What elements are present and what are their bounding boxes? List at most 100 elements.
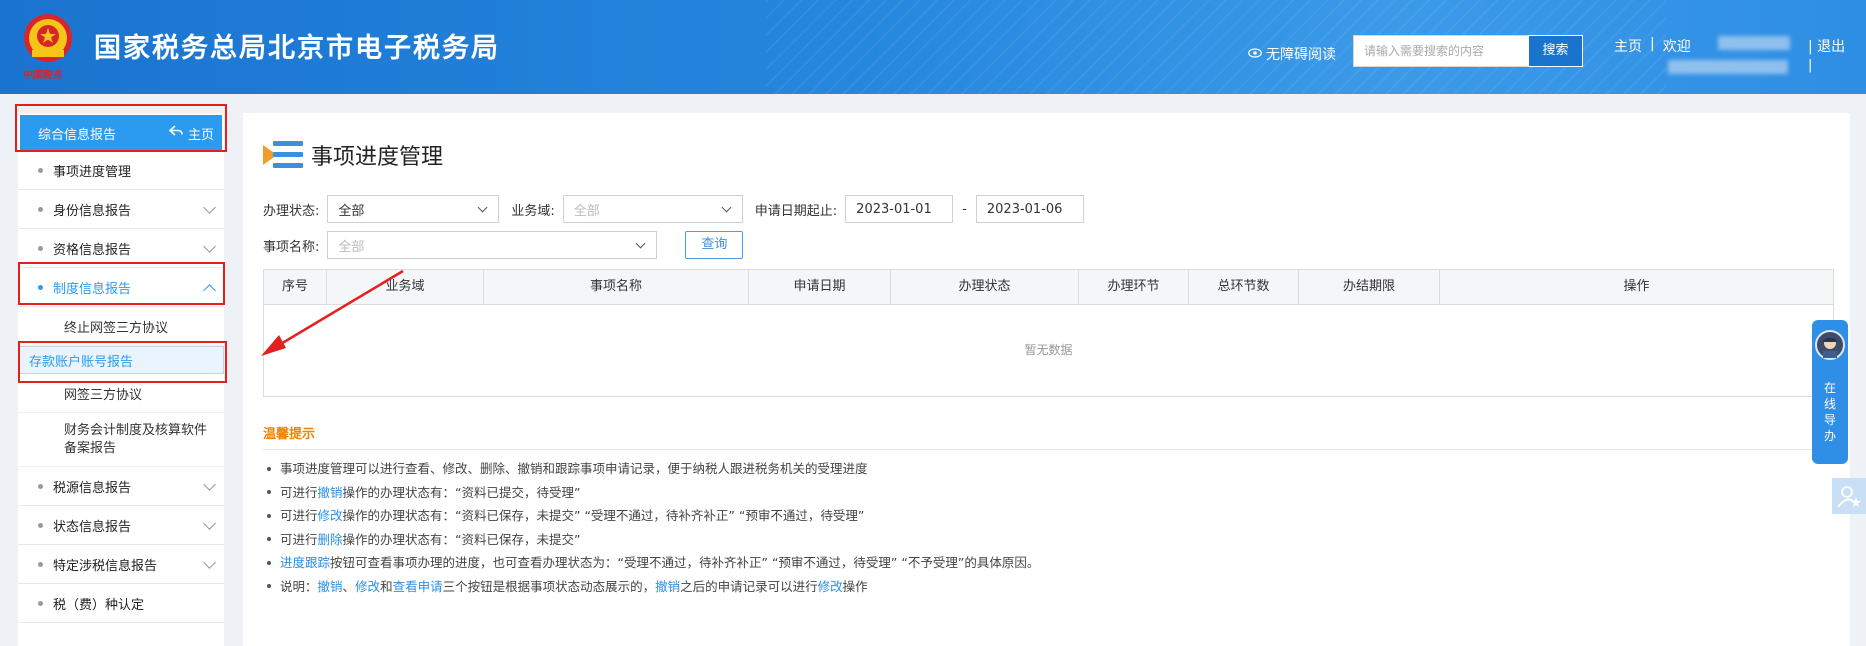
filter-row-2: 事项名称: 全部 查询	[263, 231, 744, 259]
tip-keyword-link[interactable]: 删除	[318, 528, 343, 552]
chevron-down-icon	[203, 556, 216, 569]
sidebar-item-label: 状态信息报告	[53, 519, 132, 535]
tips-list: 事项进度管理可以进行查看、修改、删除、撤销和跟踪事项申请记录，便于纳税人跟进税务…	[263, 457, 1039, 598]
guide-char: 线	[1823, 397, 1836, 411]
tip-text: 操作	[842, 578, 868, 594]
column-header[interactable]: 办理状态	[891, 270, 1079, 304]
date-end-input[interactable]: 2023-01-06	[975, 195, 1084, 223]
sidebar-item-label: 特定涉税信息报告	[53, 558, 158, 574]
status-select[interactable]: 全部	[327, 195, 500, 223]
date-end-value: 2023-01-06	[986, 201, 1063, 217]
query-button[interactable]: 查询	[685, 231, 744, 259]
tips-title: 温馨提示	[263, 427, 316, 442]
domain-filter-label: 业务域:	[511, 203, 555, 219]
link-divider: |	[1808, 58, 1813, 73]
bullet-icon	[38, 206, 43, 212]
tip-keyword-link[interactable]: 撤销	[318, 481, 343, 505]
highlight-box-sidebar-header	[15, 104, 227, 152]
tip-keyword-link[interactable]: 修改	[355, 575, 380, 599]
link-divider: |	[1808, 39, 1813, 55]
main-panel: 事项进度管理 办理状态: 全部 业务域: 全部 申请日期起止: 2023-01-…	[243, 113, 1850, 646]
tax-emblem-logo[interactable]: 中国税务	[18, 10, 78, 82]
tip-text: 事项进度管理可以进行查看、修改、删除、撤销和跟踪事项申请记录，便于纳税人跟进税务…	[280, 461, 868, 476]
sidebar-subitem-accounting-filing[interactable]: 财务会计制度及核算软件备案报告	[18, 413, 224, 467]
sidebar-item-status-report[interactable]: 状态信息报告	[18, 506, 224, 545]
tip-item: 进度跟踪 按钮可查看事项办理的进度，也可查看办理状态为：“受理不通过，待补齐补正”…	[263, 551, 1039, 575]
chevron-down-icon	[203, 201, 216, 214]
column-header[interactable]: 操作	[1440, 270, 1833, 304]
item-name-select[interactable]: 全部	[327, 231, 658, 259]
guide-char: 在	[1823, 381, 1836, 395]
results-table: 序号 业务域 事项名称 申请日期 办理状态 办理环节 总环节数 办结期限 操作 …	[263, 269, 1834, 397]
column-header[interactable]: 办理环节	[1079, 270, 1189, 304]
chevron-down-icon	[203, 478, 216, 491]
tip-text: 可进行	[280, 508, 318, 523]
online-guide-label: 在 线 导 办	[1812, 380, 1848, 444]
emblem-caption: 中国税务	[22, 70, 62, 81]
tip-item: 可进行 撤销 操作的办理状态有：“资料已提交，待受理”	[263, 481, 1039, 505]
tip-text: 之后的申请记录可以进行	[680, 578, 818, 594]
tip-item: 可进行 删除 操作的办理状态有：“资料已保存，未提交”	[263, 528, 1039, 552]
tip-keyword-link[interactable]: 修改	[818, 575, 843, 599]
sidebar-item-identity-report[interactable]: 身份信息报告	[18, 190, 224, 229]
date-start-value: 2023-01-01	[856, 201, 932, 217]
red-arrow-annotation	[261, 269, 404, 356]
chevron-down-icon	[721, 202, 732, 213]
eye-icon	[1248, 46, 1262, 62]
tip-text: 可进行	[280, 531, 318, 547]
user-star-icon[interactable]	[1832, 478, 1866, 514]
sidebar-item-label: 事项进度管理	[53, 164, 132, 180]
chevron-down-icon	[203, 240, 216, 253]
tip-text: 操作的办理状态有：“资料已保存，未提交”	[342, 531, 581, 547]
bullet-icon	[38, 561, 43, 567]
tip-text: 说明：	[280, 578, 318, 594]
bullet-icon	[38, 522, 43, 528]
site-title[interactable]: 国家税务总局北京市电子税务局	[94, 26, 500, 65]
column-header[interactable]: 总环节数	[1189, 270, 1299, 304]
bullet-icon	[38, 167, 43, 173]
sidebar-item-specific-tax-report[interactable]: 特定涉税信息报告	[18, 545, 224, 584]
search-button[interactable]: 搜索	[1528, 35, 1583, 67]
guide-char: 导	[1823, 413, 1836, 427]
tip-keyword-link[interactable]: 进度跟踪	[280, 551, 330, 575]
date-start-input[interactable]: 2023-01-01	[845, 195, 954, 223]
highlight-box-system-report	[18, 262, 225, 305]
sidebar-item-progress-management[interactable]: 事项进度管理	[18, 151, 224, 190]
bullet-icon	[38, 483, 43, 489]
page-title: 事项进度管理	[263, 137, 443, 173]
tip-keyword-link[interactable]: 修改	[318, 504, 343, 528]
accessibility-reading-link[interactable]: 无障碍阅读	[1248, 44, 1336, 64]
filter-row-1: 办理状态: 全部 业务域: 全部 申请日期起止: 2023-01-01 - 20…	[263, 195, 1084, 223]
tip-keyword-link[interactable]: 撤销	[318, 575, 343, 599]
bullet-icon	[38, 245, 43, 251]
redacted-company	[1668, 60, 1788, 74]
sidebar-item-label: 资格信息报告	[53, 242, 132, 258]
tip-keyword-link[interactable]: 撤销	[655, 575, 680, 599]
column-header[interactable]: 事项名称	[484, 270, 749, 304]
sidebar-item-label: 税源信息报告	[53, 480, 132, 496]
sidebar-item-tax-type-determination[interactable]: 税（费）种认定	[18, 584, 224, 623]
status-filter-label: 办理状态:	[263, 203, 320, 219]
bullet-icon	[38, 600, 43, 606]
date-separator: -	[962, 201, 967, 217]
link-divider: |	[1650, 36, 1655, 52]
tip-keyword-link[interactable]: 查看申请	[393, 575, 443, 599]
logout-link[interactable]: | 退出	[1808, 36, 1845, 56]
tip-text: 按钮可查看事项办理的进度，也可查看办理状态为：“受理不通过，待补齐补正” “预审…	[330, 555, 1040, 570]
domain-select[interactable]: 全部	[562, 195, 743, 223]
site-header: 中国税务 国家税务总局北京市电子税务局 无障碍阅读 请输入需要搜索的内容 搜索 …	[0, 0, 1866, 94]
home-link[interactable]: 主页	[1614, 36, 1642, 56]
online-guide-button[interactable]: 在 线 导 办	[1812, 320, 1848, 464]
tip-item: 事项进度管理可以进行查看、修改、删除、撤销和跟踪事项申请记录，便于纳税人跟进税务…	[263, 457, 1039, 481]
sidebar-item-tax-source-report[interactable]: 税源信息报告	[18, 467, 224, 506]
table-empty-message: 暂无数据	[1024, 343, 1073, 357]
tip-text: 、	[342, 578, 356, 594]
column-header[interactable]: 申请日期	[749, 270, 891, 304]
agent-avatar-icon	[1815, 330, 1845, 360]
chevron-down-icon	[203, 517, 216, 530]
table-header: 序号 业务域 事项名称 申请日期 办理状态 办理环节 总环节数 办结期限 操作	[264, 270, 1833, 305]
domain-select-placeholder: 全部	[573, 203, 600, 219]
column-header[interactable]: 办结期限	[1299, 270, 1440, 304]
item-name-placeholder: 全部	[338, 239, 365, 255]
tip-text: 和	[380, 578, 393, 594]
